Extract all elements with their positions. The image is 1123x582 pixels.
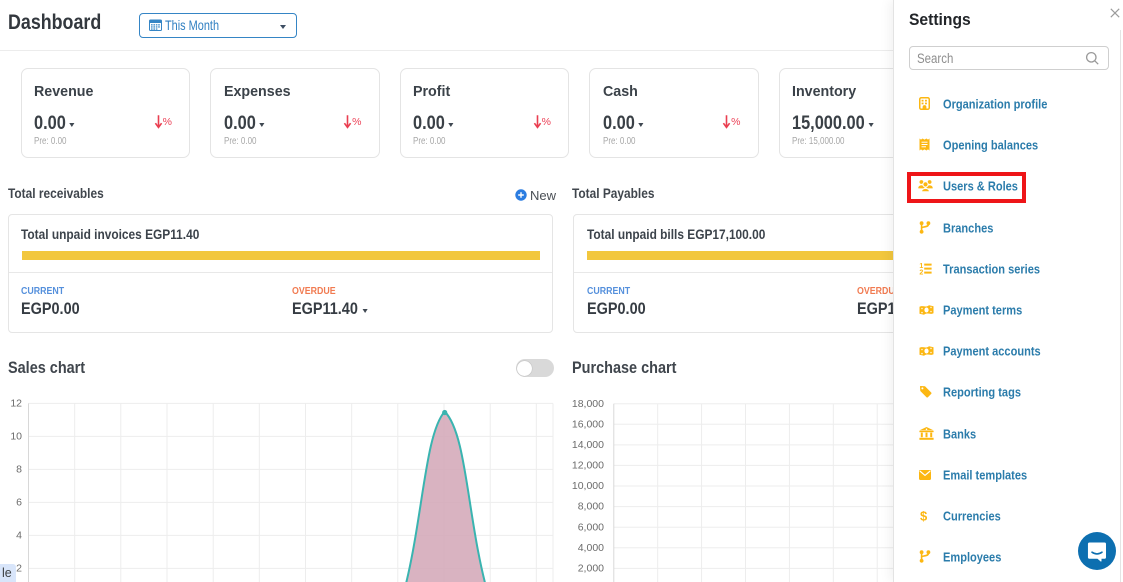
svg-text:4: 4	[16, 530, 22, 542]
svg-text:$: $	[920, 509, 928, 522]
svg-text:12,000: 12,000	[572, 460, 604, 472]
svg-text:2: 2	[919, 269, 923, 274]
svg-text:14,000: 14,000	[572, 439, 604, 451]
svg-text:16,000: 16,000	[572, 418, 604, 430]
svg-text:6: 6	[16, 497, 22, 509]
svg-text:18,000: 18,000	[572, 398, 604, 410]
svg-text:8: 8	[16, 464, 22, 476]
svg-text:2,000: 2,000	[578, 563, 604, 575]
svg-text:2: 2	[16, 563, 22, 575]
svg-text:10: 10	[10, 431, 22, 443]
svg-text:10,000: 10,000	[572, 480, 604, 492]
svg-text:6,000: 6,000	[578, 521, 604, 533]
svg-text:12: 12	[10, 398, 22, 410]
svg-text:8,000: 8,000	[578, 501, 604, 513]
svg-text:4,000: 4,000	[578, 542, 604, 554]
